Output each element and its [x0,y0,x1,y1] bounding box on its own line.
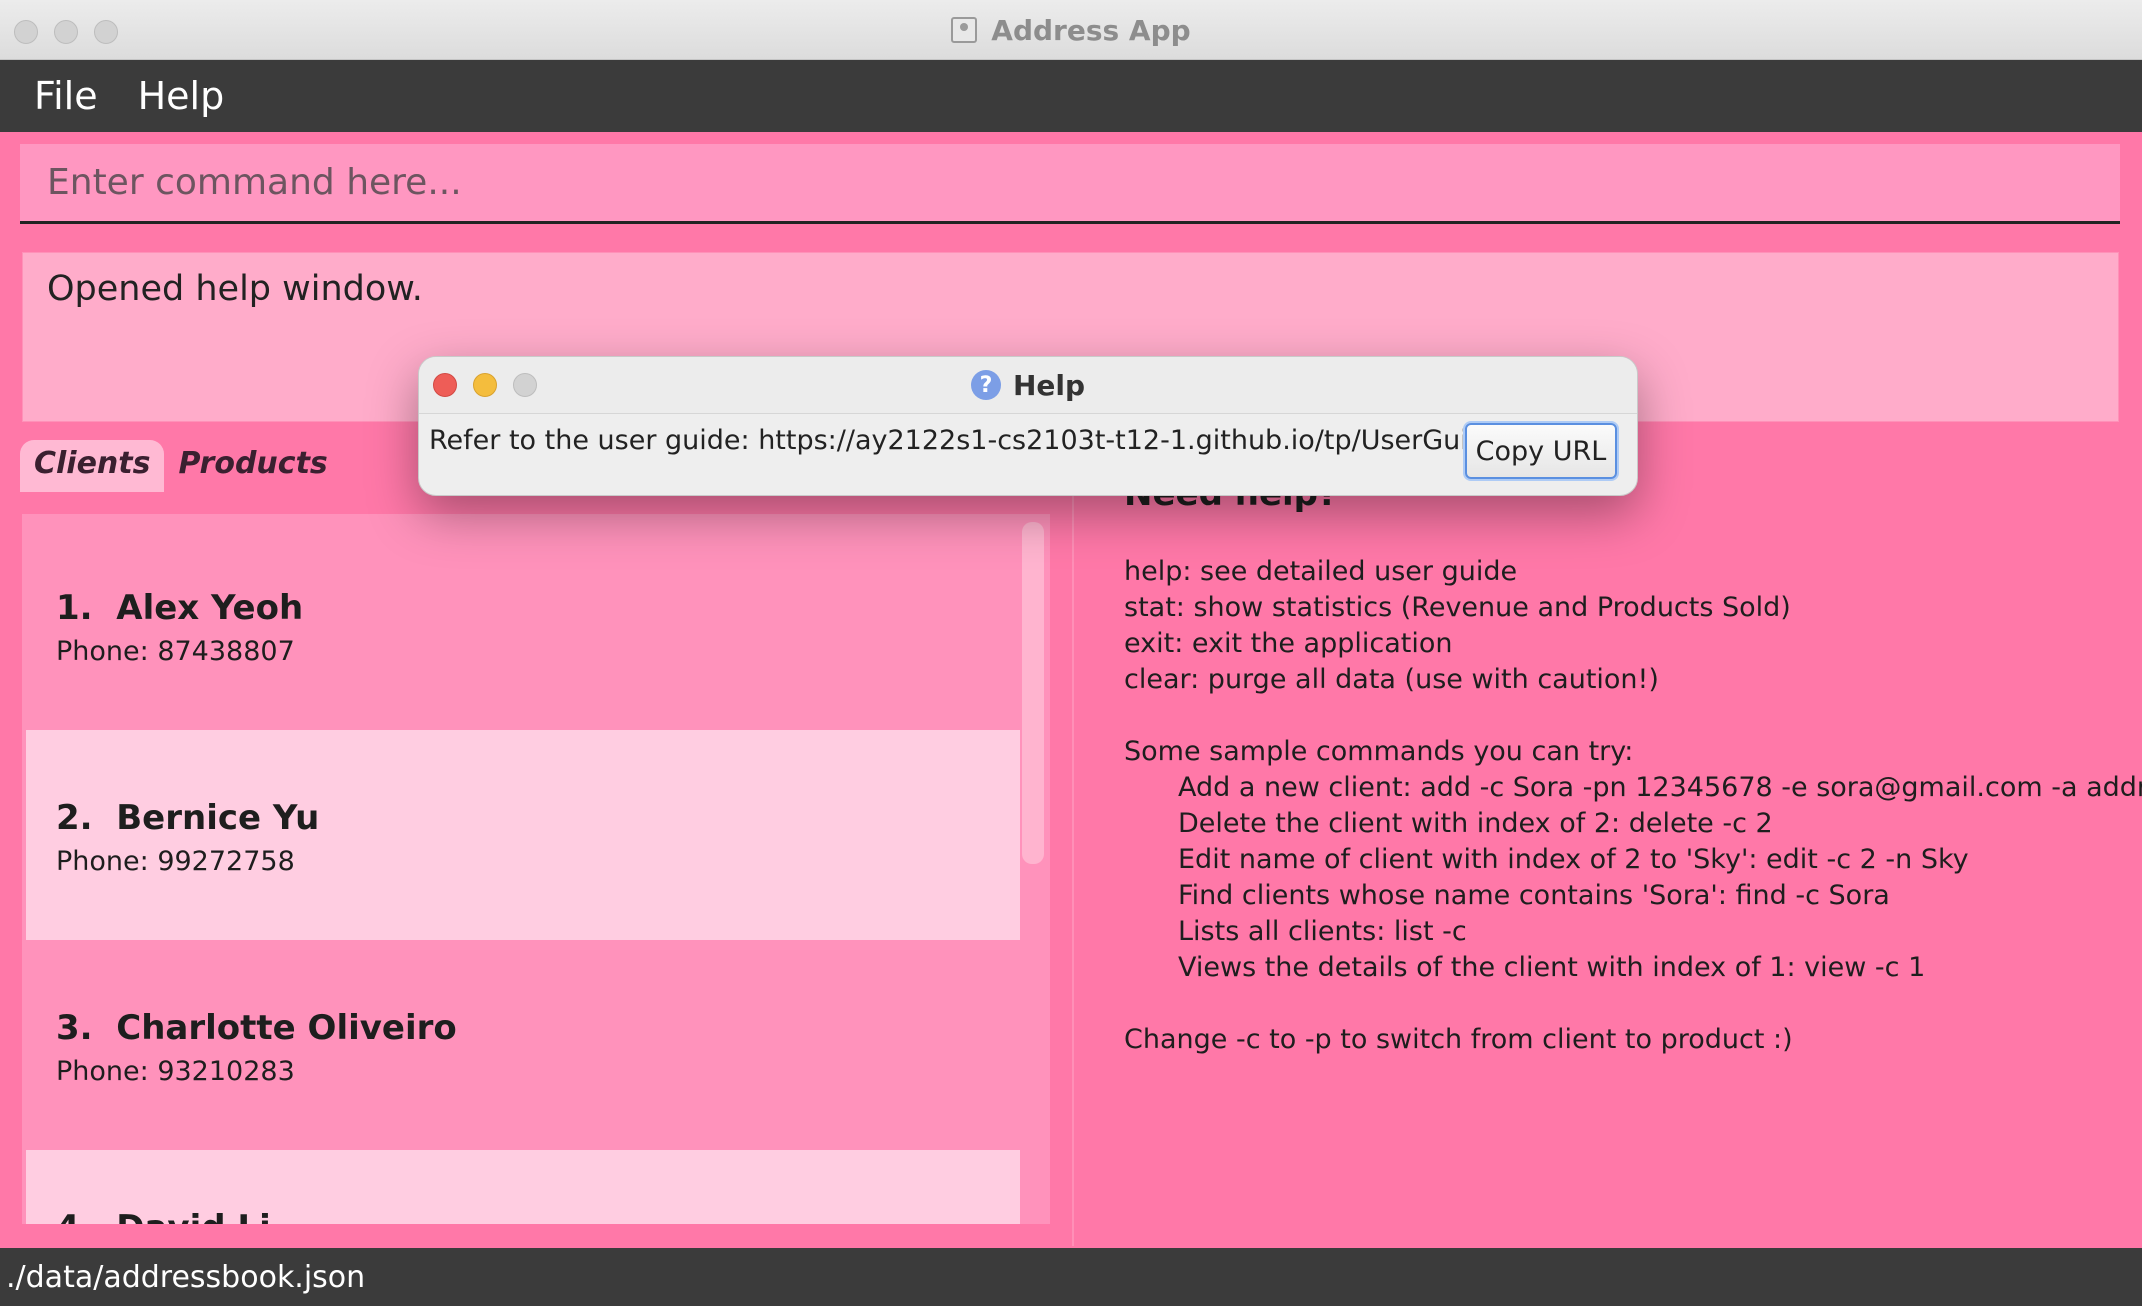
client-card[interactable]: 3. Charlotte Oliveiro Phone: 93210283 [26,940,1020,1150]
client-card[interactable]: 1. Alex Yeoh Phone: 87438807 [26,520,1020,730]
menu-bar: File Help [0,60,2142,132]
samples-title: Some sample commands you can try: [1124,736,1634,767]
window-title-text: Address App [991,13,1191,47]
client-card[interactable]: 4. David Li [26,1150,1020,1224]
dialog-titlebar: ? Help [419,357,1637,414]
help-footer: Change -c to -p to switch from client to… [1124,1024,1793,1055]
sample-command: Views the details of the client with ind… [1178,952,1926,983]
tab-bar: Clients Products [20,440,342,492]
client-list[interactable]: 1. Alex Yeoh Phone: 87438807 2. Bernice … [22,514,1050,1224]
sample-command: Find clients whose name contains 'Sora':… [1178,880,1890,911]
tab-clients[interactable]: Clients [20,440,165,492]
question-icon: ? [970,370,1001,400]
client-name: 3. Charlotte Oliveiro [56,1008,457,1048]
tab-products[interactable]: Products [164,440,341,492]
client-phone: Phone: 99272758 [56,846,295,877]
dialog-zoom-button[interactable] [513,373,537,397]
sample-command: Delete the client with index of 2: delet… [1178,808,1773,839]
client-card[interactable]: 2. Bernice Yu Phone: 99272758 [26,730,1020,940]
copy-url-button[interactable]: Copy URL [1465,423,1617,479]
menu-file[interactable]: File [14,74,118,118]
app-icon [951,17,978,43]
client-name: 1. Alex Yeoh [56,588,304,628]
menu-help[interactable]: Help [118,74,245,118]
sample-command: Add a new client: add -c Sora -pn 123456… [1178,772,2142,803]
command-input[interactable] [20,144,2120,221]
list-scrollbar[interactable] [1022,522,1044,864]
dialog-close-button[interactable] [433,373,457,397]
help-line: help: see detailed user guide [1124,556,1518,587]
help-line: clear: purge all data (use with caution!… [1124,664,1659,695]
client-name: 2. Bernice Yu [56,798,320,838]
dialog-title: Help [1012,368,1086,402]
help-line: stat: show statistics (Revenue and Produ… [1124,592,1791,623]
help-dialog: ? Help Refer to the user guide: https://… [418,356,1638,496]
command-box [20,144,2120,224]
client-name: 4. David Li [56,1208,271,1224]
sample-command: Edit name of client with index of 2 to '… [1178,844,1969,875]
save-location: ./data/addressbook.json [6,1260,366,1295]
sample-command: Lists all clients: list -c [1178,916,1467,947]
dialog-minimize-button[interactable] [473,373,497,397]
status-bar: ./data/addressbook.json [0,1248,2142,1306]
window-title: Address App [0,0,2142,60]
help-line: exit: exit the application [1124,628,1453,659]
dialog-message: Refer to the user guide: https://ay2122s… [429,425,1572,456]
client-phone: Phone: 93210283 [56,1056,295,1087]
client-phone: Phone: 87438807 [56,636,295,667]
result-text: Opened help window. [47,269,423,309]
